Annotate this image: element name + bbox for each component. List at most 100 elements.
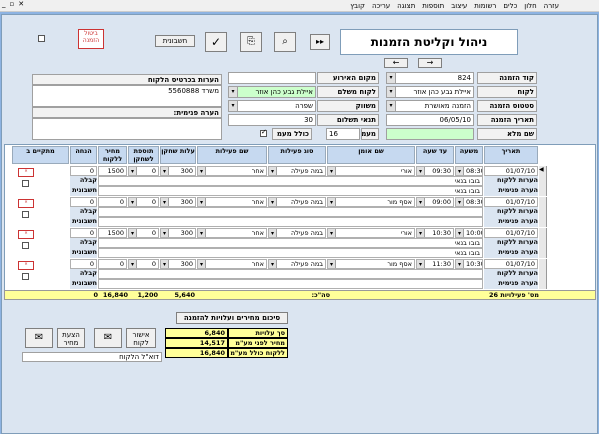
customer-email-field[interactable]: דוא"ל הלקוח <box>22 352 162 362</box>
invoices-button[interactable]: חשבונית <box>155 35 195 47</box>
paying-customer-field[interactable]: ▾ איילת גבע כהן אוזר <box>228 86 316 98</box>
row-0-notes-field[interactable]: בובו בנאי <box>98 176 483 186</box>
row-0-internal-field[interactable]: בובו בנאי <box>98 186 483 196</box>
row-2-price[interactable]: 1500 <box>98 228 127 238</box>
row-2-extra[interactable]: ▾ 0 <box>128 228 159 238</box>
row-1-disc[interactable]: 0 <box>70 197 97 207</box>
check-icon[interactable]: ✓ <box>205 32 227 52</box>
menu-window[interactable]: חלון <box>524 2 536 10</box>
marketer-field[interactable]: ▾ שפרה <box>228 100 316 112</box>
minimize-icon[interactable]: _ <box>2 0 6 8</box>
row-3-from[interactable]: ▾ 10:30 <box>455 259 483 269</box>
row-2-type[interactable]: ▾ במה פעילה <box>268 228 326 238</box>
vat-field[interactable]: 16 <box>326 128 360 140</box>
customer-field[interactable]: ▾ איילת גבע כהן אוזר <box>386 86 474 98</box>
row-3-type[interactable]: ▾ במה פעילה <box>268 259 326 269</box>
customer-notes-field[interactable]: משרד 5560888 <box>32 85 222 107</box>
row-selector[interactable] <box>539 197 547 227</box>
order-code-field[interactable]: ▾ 824 <box>386 72 474 84</box>
row-2-notes-field[interactable]: בובו בנאי <box>98 238 483 248</box>
row-2-date[interactable]: 01/07/10 <box>484 228 538 238</box>
last-record-icon[interactable]: ▸▸ <box>310 34 330 50</box>
row-1-price[interactable]: 0 <box>98 197 127 207</box>
row-3-activity[interactable]: ▾ אחר <box>197 259 267 269</box>
row-2-artist[interactable]: ▾ אורי <box>327 228 415 238</box>
approve-customer-button[interactable]: אישור לקוח <box>126 328 156 348</box>
event-place-field[interactable] <box>228 72 316 84</box>
row-0-cost[interactable]: ▾ 300 <box>160 166 196 176</box>
row-1-date[interactable]: 01/07/10 <box>484 197 538 207</box>
internal-note-field[interactable] <box>32 118 222 140</box>
cancel-order-button[interactable]: ביטול הזמנה <box>78 29 104 49</box>
row-3-notes-field[interactable] <box>98 269 483 279</box>
row-0-from[interactable]: ▾ 08:30 <box>455 166 483 176</box>
menu-insert[interactable]: תוספות <box>422 2 444 10</box>
row-0-checkbox[interactable] <box>22 180 29 187</box>
row-3-internal-field[interactable] <box>98 279 483 289</box>
new-record-icon[interactable]: ⎘ <box>240 32 262 52</box>
row-2-cancel-stamp[interactable]: ✕ <box>18 230 34 239</box>
row-1-to[interactable]: ▾ 09:00 <box>416 197 454 207</box>
row-1-notes-field[interactable] <box>98 207 483 217</box>
row-0-activity[interactable]: ▾ אחר <box>197 166 267 176</box>
row-0-date[interactable]: 01/07/10 <box>484 166 538 176</box>
row-2-to[interactable]: ▾ 10:30 <box>416 228 454 238</box>
menu-records[interactable]: רשומות <box>474 2 496 10</box>
row-3-checkbox[interactable] <box>22 273 29 280</box>
prev-record-icon[interactable]: ← <box>384 58 408 68</box>
row-1-from[interactable]: ▾ 08:30 <box>455 197 483 207</box>
row-3-extra[interactable]: ▾ 0 <box>128 259 159 269</box>
menu-help[interactable]: עזרה <box>544 2 559 10</box>
row-2-checkbox[interactable] <box>22 242 29 249</box>
row-1-cancel-stamp[interactable]: ✕ <box>18 199 34 208</box>
next-record-icon[interactable]: → <box>418 58 442 68</box>
row-1-activity[interactable]: ▾ אחר <box>197 197 267 207</box>
full-name-field[interactable] <box>386 128 474 140</box>
row-3-cost[interactable]: ▾ 300 <box>160 259 196 269</box>
row-2-internal-field[interactable]: בובו בנאי <box>98 248 483 258</box>
row-0-type[interactable]: ▾ במה פעילה <box>268 166 326 176</box>
row-3-to[interactable]: ▾ 11:30 <box>416 259 454 269</box>
row-3-cancel-stamp[interactable]: ✕ <box>18 261 34 270</box>
menu-tools[interactable]: כלים <box>503 2 517 10</box>
row-2-from[interactable]: ▾ 10:00 <box>455 228 483 238</box>
price-quote-button[interactable]: הצעת מחיר <box>57 328 85 348</box>
menu-format[interactable]: עיצוב <box>451 2 467 10</box>
row-3-disc[interactable]: 0 <box>70 259 97 269</box>
row-1-type[interactable]: ▾ במה פעילה <box>268 197 326 207</box>
row-selector[interactable] <box>539 228 547 258</box>
menu-view[interactable]: תצוגה <box>397 2 415 10</box>
row-2-cost[interactable]: ▾ 300 <box>160 228 196 238</box>
row-0-price[interactable]: 1500 <box>98 166 127 176</box>
row-1-extra[interactable]: ▾ 0 <box>128 197 159 207</box>
payment-terms-field[interactable]: 30 <box>228 114 316 126</box>
row-1-checkbox[interactable] <box>22 211 29 218</box>
row-3-date[interactable]: 01/07/10 <box>484 259 538 269</box>
row-1-internal-field[interactable] <box>98 217 483 227</box>
row-3-price[interactable]: 0 <box>98 259 127 269</box>
close-icon[interactable]: ✕ <box>18 0 24 8</box>
restore-icon[interactable]: ▫ <box>10 0 15 8</box>
row-0-extra[interactable]: ▾ 0 <box>128 166 159 176</box>
summary-button[interactable]: סיכום מחירים ועלויות להזמנה <box>176 312 288 324</box>
row-0-cancel-stamp[interactable]: ✕ <box>18 168 34 177</box>
row-1-artist[interactable]: ▾ אסף מור <box>327 197 415 207</box>
row-selector[interactable] <box>539 259 547 289</box>
incl-vat-checkbox[interactable]: ✓ <box>260 128 267 137</box>
row-3-artist[interactable]: ▾ אסף מור <box>327 259 415 269</box>
row-0-artist[interactable]: ▾ אורי <box>327 166 415 176</box>
row-1-cost[interactable]: ▾ 300 <box>160 197 196 207</box>
email-quote-icon[interactable]: ✉ <box>94 328 122 348</box>
row-0-disc[interactable]: 0 <box>70 166 97 176</box>
cancel-checkbox[interactable] <box>38 35 45 42</box>
row-0-to[interactable]: ▾ 09:30 <box>416 166 454 176</box>
row-2-disc[interactable]: 0 <box>70 228 97 238</box>
order-status-field[interactable]: ▾ הזמנה מאושרת <box>386 100 474 112</box>
search-icon[interactable]: ⌕ <box>274 32 296 52</box>
email-icon[interactable]: ✉ <box>25 328 53 348</box>
row-selector[interactable]: ◀ <box>539 166 547 196</box>
menu-file[interactable]: קובץ <box>350 2 365 10</box>
row-2-activity[interactable]: ▾ אחר <box>197 228 267 238</box>
order-date-field[interactable]: 06/05/10 <box>386 114 474 126</box>
menu-edit[interactable]: עריכה <box>372 2 390 10</box>
